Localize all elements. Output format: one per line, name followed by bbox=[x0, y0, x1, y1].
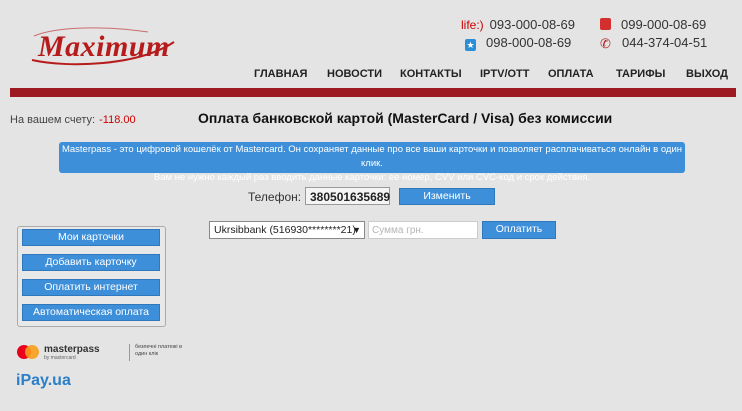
masterpass-name: masterpass bbox=[44, 344, 100, 355]
page-title: Оплата банковской картой (MasterCard / V… bbox=[198, 110, 613, 126]
nav-logout[interactable]: ВЫХОД bbox=[686, 68, 728, 80]
ipay-logo: iPay.ua bbox=[16, 372, 71, 390]
side-menu-my-cards[interactable]: Мои карточки bbox=[22, 229, 160, 246]
contact-kyivstar: ★ 098-000-08-69 bbox=[465, 35, 571, 51]
phone-value: 380501635689 bbox=[305, 187, 390, 205]
balance-label: На вашем счету: bbox=[10, 114, 96, 126]
nav-contacts[interactable]: КОНТАКТЫ bbox=[400, 68, 462, 80]
header-divider bbox=[10, 88, 736, 97]
logo-text: Maximum bbox=[38, 30, 170, 63]
dropdown-arrow-icon: ▼ bbox=[352, 225, 361, 235]
contact-landline: ✆ 044-374-04-51 bbox=[600, 35, 707, 50]
amount-input[interactable] bbox=[368, 221, 478, 239]
ipay-text: iPay bbox=[16, 372, 48, 389]
side-menu-auto-payment[interactable]: Автоматическая оплата bbox=[22, 304, 160, 321]
change-phone-button[interactable]: Изменить bbox=[399, 188, 495, 205]
nav-payment[interactable]: ОПЛАТА bbox=[548, 68, 594, 80]
card-select[interactable]: Ukrsibbank (516930********21) ▼ bbox=[209, 221, 365, 239]
account-balance: На вашем счету: -118.00 bbox=[10, 114, 136, 126]
balance-amount: -118.00 bbox=[99, 114, 136, 126]
masterpass-info-box: Masterpass - это цифровой кошелёк от Mas… bbox=[59, 142, 685, 183]
pay-button[interactable]: Оплатить bbox=[482, 221, 556, 239]
masterpass-sub: by mastercard bbox=[44, 355, 76, 361]
side-menu-pay-internet[interactable]: Оплатить интернет bbox=[22, 279, 160, 296]
life-label: life:) bbox=[461, 18, 484, 32]
contact-life: life:) 093-000-08-69 bbox=[461, 17, 575, 32]
contact-vodafone: 099-000-08-69 bbox=[600, 17, 706, 32]
ipay-suffix: .ua bbox=[47, 372, 71, 389]
mastercard-orange-circle-icon bbox=[25, 345, 39, 359]
nav-news[interactable]: НОВОСТИ bbox=[327, 68, 382, 80]
masterpass-logo: masterpass by mastercard безпечні платеж… bbox=[17, 343, 182, 363]
card-select-value: Ukrsibbank (516930********21) bbox=[214, 224, 356, 236]
vodafone-phone: 099-000-08-69 bbox=[621, 17, 707, 32]
main-nav: ГЛАВНАЯ НОВОСТИ КОНТАКТЫ IPTV/OTT ОПЛАТА… bbox=[0, 65, 742, 87]
vodafone-icon bbox=[600, 18, 611, 30]
life-phone: 093-000-08-69 bbox=[489, 17, 575, 32]
kyivstar-star-icon: ★ bbox=[465, 39, 476, 51]
nav-tariffs[interactable]: ТАРИФЫ bbox=[616, 68, 665, 80]
masterpass-tagline: безпечні платежі в один клік bbox=[135, 344, 182, 357]
info-line-2: Вам не нужно каждый раз вводить данные к… bbox=[153, 172, 591, 183]
info-line-1: Masterpass - это цифровой кошелёк от Mas… bbox=[61, 144, 683, 169]
phone-handset-icon: ✆ bbox=[600, 36, 611, 51]
kyivstar-phone: 098-000-08-69 bbox=[486, 35, 572, 50]
landline-phone: 044-374-04-51 bbox=[622, 35, 708, 50]
nav-home[interactable]: ГЛАВНАЯ bbox=[254, 68, 307, 80]
nav-iptv[interactable]: IPTV/OTT bbox=[480, 68, 530, 80]
phone-label: Телефон: bbox=[248, 190, 302, 204]
masterpass-divider bbox=[129, 344, 130, 361]
side-menu-add-card[interactable]: Добавить карточку bbox=[22, 254, 160, 271]
